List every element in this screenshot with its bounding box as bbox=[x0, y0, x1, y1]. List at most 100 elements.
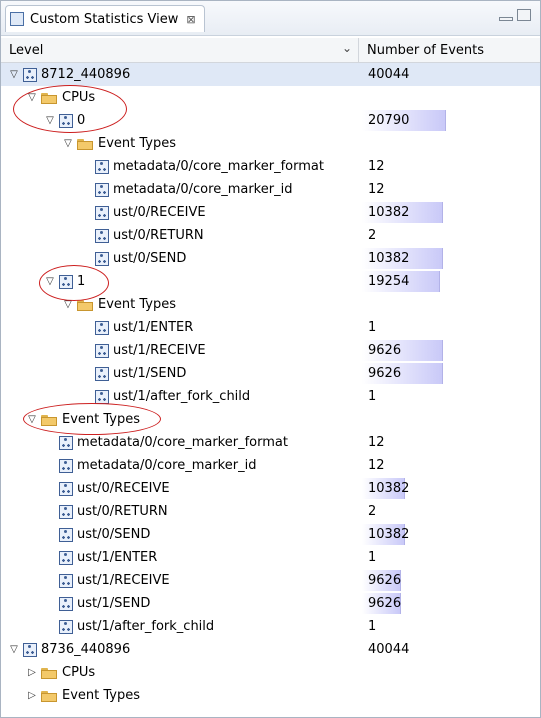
tree-row[interactable]: ust/1/SEND 9626 bbox=[1, 592, 540, 615]
level-label: 8712_440896 bbox=[41, 67, 131, 82]
level-cell: ▷ CPUs bbox=[1, 661, 95, 684]
events-cell: 10382 bbox=[368, 247, 409, 270]
level-cell: ▽ 0 bbox=[1, 109, 85, 132]
tree-row[interactable]: ▽ 8712_440896 40044 bbox=[1, 63, 540, 86]
tree-row[interactable]: metadata/0/core_marker_format 12 bbox=[1, 155, 540, 178]
column-header-level[interactable]: Level ⌄ bbox=[1, 38, 359, 62]
tree-row[interactable]: ust/1/RECEIVE 9626 bbox=[1, 339, 540, 362]
level-cell: metadata/0/core_marker_format bbox=[1, 155, 324, 178]
level-label: Event Types bbox=[62, 688, 141, 703]
view-titlebar: Custom Statistics View ⊠ bbox=[1, 1, 540, 36]
tree-row[interactable]: ▽ 8736_440896 40044 bbox=[1, 638, 540, 661]
statistics-node-icon bbox=[95, 228, 109, 243]
level-cell: ust/0/RECEIVE bbox=[1, 201, 206, 224]
tree-row[interactable]: ▽ Event Types bbox=[1, 293, 540, 316]
event-count: 9626 bbox=[368, 343, 402, 358]
level-label: metadata/0/core_marker_format bbox=[77, 435, 288, 450]
chevron-down-icon[interactable]: ⌄ bbox=[342, 41, 352, 55]
view-tab[interactable]: Custom Statistics View ⊠ bbox=[5, 5, 205, 32]
level-cell: ▽ Event Types bbox=[1, 132, 176, 155]
level-cell: metadata/0/core_marker_id bbox=[1, 454, 256, 477]
collapse-icon[interactable]: ▽ bbox=[7, 644, 21, 655]
events-cell: 19254 bbox=[368, 270, 409, 293]
level-label: ust/1/SEND bbox=[113, 366, 187, 381]
statistics-tree[interactable]: ▽ 8712_440896 40044 ▽ CPUs ▽ 0 20790 ▽ Event Type… bbox=[1, 63, 540, 707]
collapse-icon[interactable]: ▽ bbox=[61, 138, 75, 149]
event-count: 12 bbox=[368, 159, 385, 174]
statistics-node-icon bbox=[95, 320, 109, 335]
tree-row[interactable]: ust/0/RECEIVE 10382 bbox=[1, 477, 540, 500]
maximize-icon[interactable] bbox=[517, 9, 531, 21]
level-label: ust/1/RECEIVE bbox=[113, 343, 206, 358]
level-label: Event Types bbox=[98, 297, 177, 312]
tree-row[interactable]: ▽ 1 19254 bbox=[1, 270, 540, 293]
level-cell: ust/1/SEND bbox=[1, 592, 150, 615]
level-label: metadata/0/core_marker_id bbox=[113, 182, 293, 197]
tree-row[interactable]: ust/0/RECEIVE 10382 bbox=[1, 201, 540, 224]
collapse-icon[interactable]: ▽ bbox=[25, 92, 39, 103]
tree-row[interactable]: ust/0/SEND 10382 bbox=[1, 247, 540, 270]
tree-row[interactable]: ▽ 0 20790 bbox=[1, 109, 540, 132]
tree-row[interactable]: ▽ Event Types bbox=[1, 132, 540, 155]
tree-row[interactable]: metadata/0/core_marker_id 12 bbox=[1, 454, 540, 477]
level-label: ust/1/ENTER bbox=[113, 320, 194, 335]
level-cell: ust/1/ENTER bbox=[1, 546, 157, 569]
expand-icon[interactable]: ▷ bbox=[25, 690, 39, 701]
level-label: ust/0/RECEIVE bbox=[113, 205, 206, 220]
level-label: Event Types bbox=[62, 412, 141, 427]
tree-row[interactable]: ▷ CPUs bbox=[1, 661, 540, 684]
tree-row[interactable]: metadata/0/core_marker_format 12 bbox=[1, 431, 540, 454]
level-cell: ust/1/ENTER bbox=[1, 316, 193, 339]
events-cell: 1 bbox=[368, 385, 376, 408]
collapse-icon[interactable]: ▽ bbox=[43, 276, 57, 287]
tree-row[interactable]: ust/1/ENTER 1 bbox=[1, 546, 540, 569]
tree-row[interactable]: ust/0/RETURN 2 bbox=[1, 500, 540, 523]
statistics-node-icon bbox=[95, 366, 109, 381]
tree-row[interactable]: metadata/0/core_marker_id 12 bbox=[1, 178, 540, 201]
event-count: 1 bbox=[368, 550, 377, 565]
column-header-events-label: Number of Events bbox=[367, 42, 485, 58]
tree-row[interactable]: ust/0/SEND 10382 bbox=[1, 523, 540, 546]
level-label: CPUs bbox=[62, 665, 96, 680]
level-cell: metadata/0/core_marker_id bbox=[1, 178, 292, 201]
tree-row[interactable]: ust/1/ENTER 1 bbox=[1, 316, 540, 339]
level-label: ust/0/RETURN bbox=[113, 228, 204, 243]
column-header-level-label: Level bbox=[9, 42, 44, 58]
tree-row[interactable]: ust/0/RETURN 2 bbox=[1, 224, 540, 247]
statistics-node-icon bbox=[23, 642, 37, 657]
tree-row[interactable]: ▽ CPUs bbox=[1, 86, 540, 109]
tree-row[interactable]: ▽ Event Types bbox=[1, 408, 540, 431]
collapse-icon[interactable]: ▽ bbox=[25, 414, 39, 425]
tree-row[interactable]: ust/1/SEND 9626 bbox=[1, 362, 540, 385]
statistics-node-icon bbox=[23, 67, 37, 82]
folder-icon bbox=[41, 667, 57, 679]
statistics-node-icon bbox=[59, 596, 73, 611]
folder-icon bbox=[41, 414, 57, 426]
column-header-events[interactable]: Number of Events bbox=[359, 38, 540, 62]
tree-row[interactable]: ▷ Event Types bbox=[1, 684, 540, 707]
events-cell: 2 bbox=[368, 500, 376, 523]
event-count: 1 bbox=[368, 619, 377, 634]
tree-row[interactable]: ust/1/after_fork_child 1 bbox=[1, 385, 540, 408]
event-count: 2 bbox=[368, 504, 377, 519]
folder-icon bbox=[41, 92, 57, 104]
expand-icon[interactable]: ▷ bbox=[25, 667, 39, 678]
statistics-node-icon bbox=[95, 251, 109, 266]
table-header: Level ⌄ Number of Events bbox=[1, 38, 540, 63]
events-cell: 9626 bbox=[368, 362, 401, 385]
statistics-node-icon bbox=[59, 458, 73, 473]
level-label: ust/1/after_fork_child bbox=[113, 389, 251, 404]
level-cell: ▽ 8712_440896 bbox=[1, 63, 130, 86]
collapse-icon[interactable]: ▽ bbox=[43, 115, 57, 126]
level-cell: ▽ Event Types bbox=[1, 408, 140, 431]
tree-row[interactable]: ust/1/RECEIVE 9626 bbox=[1, 569, 540, 592]
statistics-node-icon bbox=[59, 274, 73, 289]
event-count: 40044 bbox=[368, 642, 410, 657]
close-icon[interactable]: ⊠ bbox=[186, 13, 195, 26]
tree-row[interactable]: ust/1/after_fork_child 1 bbox=[1, 615, 540, 638]
level-label: ust/0/SEND bbox=[77, 527, 151, 542]
collapse-icon[interactable]: ▽ bbox=[61, 299, 75, 310]
collapse-icon[interactable]: ▽ bbox=[7, 69, 21, 80]
level-cell: ▽ 1 bbox=[1, 270, 85, 293]
minimize-icon[interactable] bbox=[499, 17, 513, 21]
